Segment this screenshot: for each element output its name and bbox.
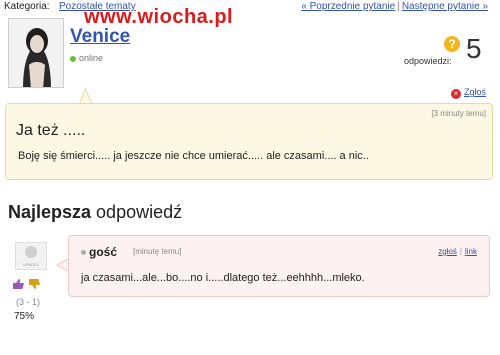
question-mark-icon: ? <box>444 36 460 52</box>
question-time: [3 minuty temu] <box>431 109 486 118</box>
best-answer-box: gość [minutę temu] zgłoś | link ja czasami… <box>68 235 490 297</box>
answers-label: odpowiedzi: <box>404 56 452 66</box>
answer-author-name: gość <box>89 245 118 259</box>
thumbs-down-icon[interactable] <box>28 278 40 290</box>
status-text: online <box>79 53 104 63</box>
links-separator: | <box>459 247 462 256</box>
report-x-icon: × <box>450 89 461 99</box>
user-avatar[interactable] <box>8 18 64 88</box>
avatar-caption: UPADEL <box>23 262 39 267</box>
next-question-link[interactable]: Następne pytanie » <box>402 1 488 12</box>
answer-text: ja czasami...ale...bo....no i.....dlateg… <box>81 272 365 284</box>
question-box: [3 minuty temu] Ja też ..... Boję się śm… <box>5 103 493 180</box>
answers-counter: ? odpowiedzi: 5 <box>404 33 484 73</box>
online-dot-icon <box>70 55 76 62</box>
answer-actions: zgłoś | link <box>438 247 477 256</box>
best-answer-heading-rest: odpowiedź <box>91 202 183 222</box>
online-status: online <box>70 53 103 63</box>
answer-permalink[interactable]: link <box>465 247 477 256</box>
avatar-portrait-icon <box>9 19 63 87</box>
report-question-link[interactable]: × Zgłoś <box>450 87 486 99</box>
author-dot-icon <box>81 250 86 256</box>
thumbs-up-icon[interactable] <box>12 278 24 290</box>
vote-buttons <box>12 278 42 292</box>
question-title: Ja też ..... <box>16 122 86 139</box>
answers-count: 5 <box>466 33 482 64</box>
top-navigation-bar: Kategoria: Pozostałe tematy « Poprzednie… <box>0 0 500 14</box>
answer-author: gość <box>81 245 117 259</box>
nav-separator: | <box>397 1 400 12</box>
report-answer-link[interactable]: zgłoś <box>438 247 457 256</box>
username-link[interactable]: Venice <box>70 26 130 48</box>
vote-count: (3 - 1) <box>16 297 41 307</box>
answer-time: [minutę temu] <box>133 247 182 256</box>
category-label: Kategoria: <box>4 1 50 12</box>
previous-question-link[interactable]: « Poprzednie pytanie <box>301 1 395 12</box>
vote-percent: 75% <box>14 311 35 322</box>
question-body: Boję się śmierci..... ja jeszcze nie chc… <box>18 150 369 162</box>
question-navigation: « Poprzednie pytanie | Następne pytanie » <box>301 1 488 12</box>
best-answer-heading: Najlepsza odpowiedź <box>8 202 182 223</box>
avatar-placeholder-icon <box>25 246 37 258</box>
report-label: Zgłoś <box>463 87 486 97</box>
best-answer-heading-bold: Najlepsza <box>8 202 92 222</box>
answer-author-avatar[interactable]: UPADEL <box>15 242 47 270</box>
